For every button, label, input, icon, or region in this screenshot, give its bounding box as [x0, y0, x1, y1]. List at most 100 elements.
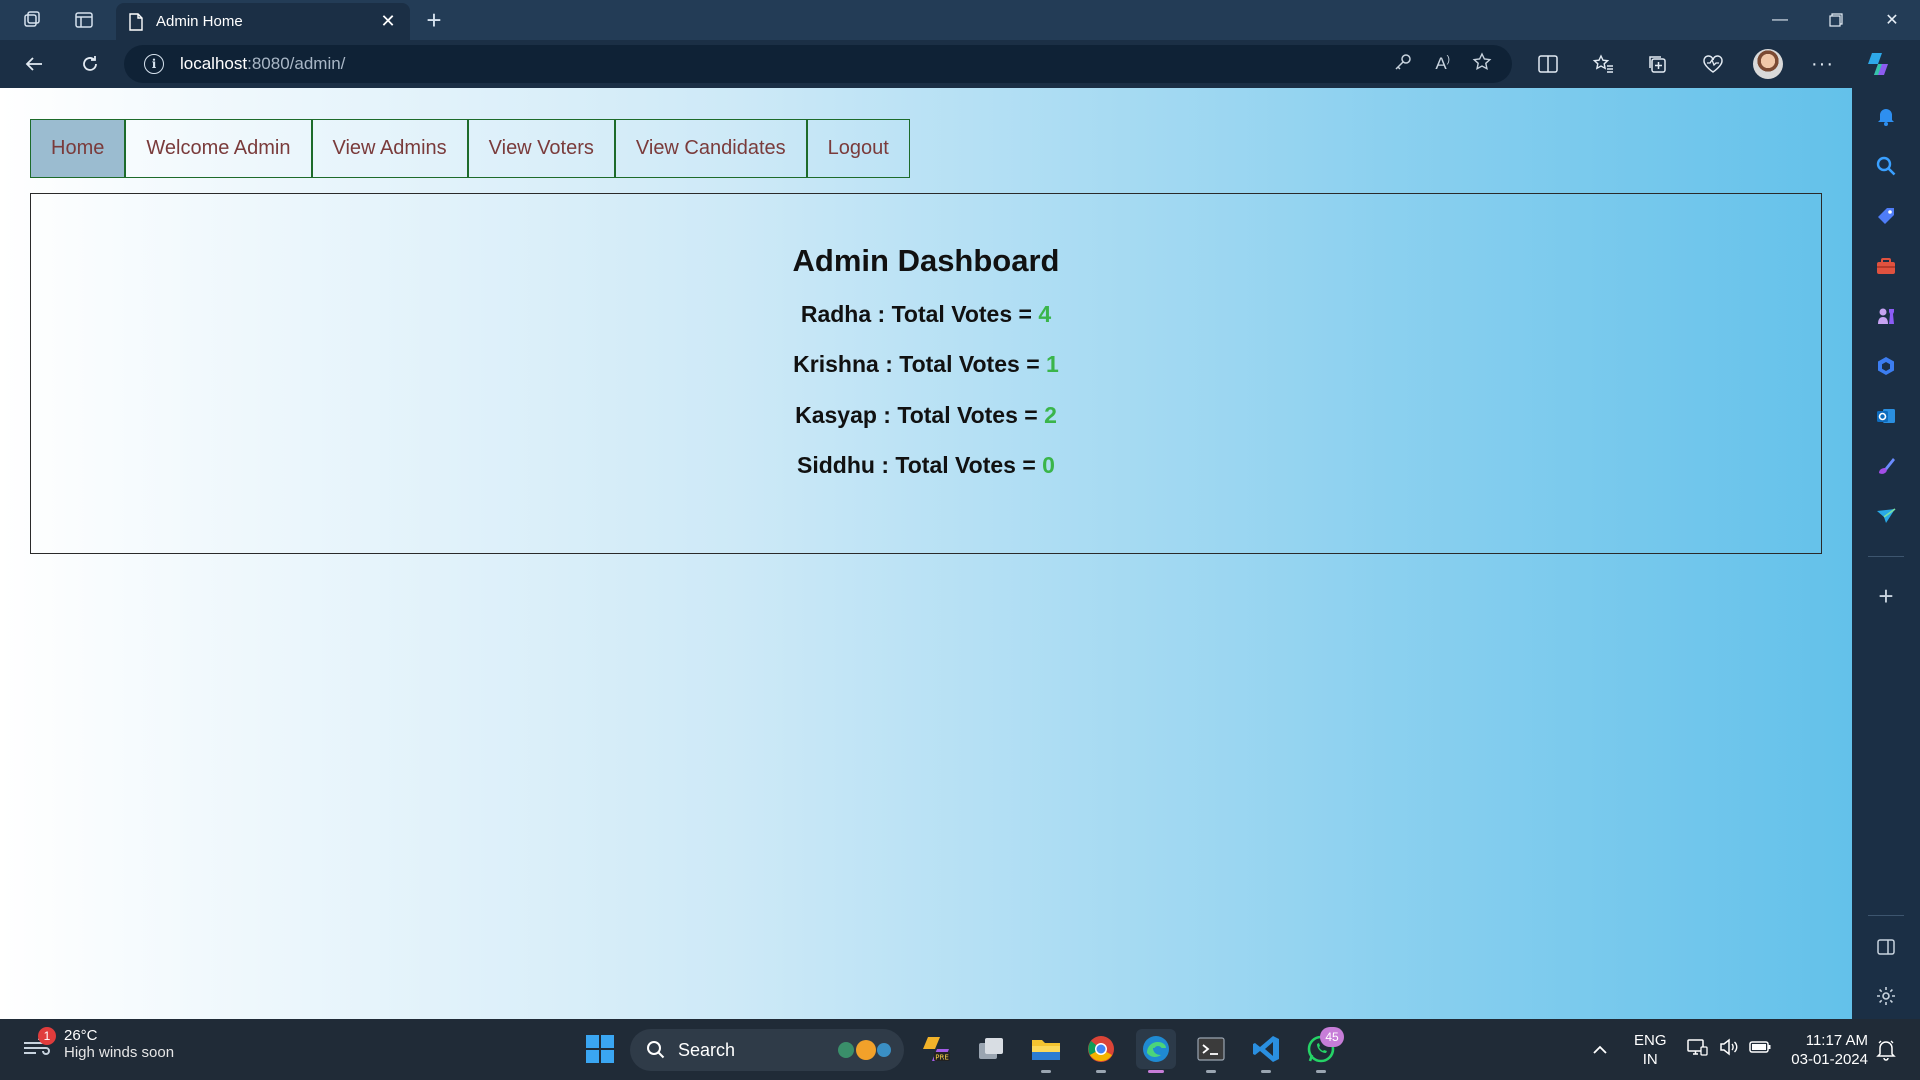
more-options-icon[interactable]: ···	[1795, 46, 1850, 82]
nav-home[interactable]: Home	[31, 120, 127, 177]
url-host: localhost	[180, 54, 248, 73]
sidebar-divider	[1868, 915, 1904, 916]
favorites-icon[interactable]	[1575, 46, 1630, 82]
tab-actions-icon[interactable]	[62, 0, 106, 40]
search-label: Search	[678, 1039, 736, 1060]
browser-essentials-icon[interactable]	[1685, 46, 1740, 82]
outlook-icon[interactable]	[1870, 400, 1902, 432]
terminal-icon[interactable]	[1191, 1029, 1231, 1073]
read-aloud-icon[interactable]: A)	[1435, 54, 1450, 74]
search-icon	[647, 1041, 665, 1059]
candidate-name: Siddhu	[797, 452, 875, 478]
edge-icon[interactable]	[1136, 1029, 1176, 1073]
settings-gear-icon[interactable]	[1870, 980, 1902, 1012]
copilot-icon[interactable]	[1850, 46, 1905, 82]
page-viewport: Home Welcome Admin View Admins View Vote…	[0, 88, 1852, 1019]
games-chess-icon[interactable]	[1870, 300, 1902, 332]
site-info-icon[interactable]: i	[144, 54, 164, 74]
microsoft-365-icon[interactable]	[1870, 350, 1902, 382]
designer-icon[interactable]	[1870, 450, 1902, 482]
copilot-pre-app-icon[interactable]: PRE	[916, 1029, 956, 1069]
windows-taskbar: 26°C High winds soon 1 Search PRE 45 ENG…	[0, 1019, 1920, 1080]
add-sidebar-app-icon[interactable]: +	[1870, 580, 1902, 612]
close-window-icon[interactable]: ✕	[1864, 0, 1920, 40]
search-highlight-icon	[834, 1037, 894, 1068]
page-icon	[129, 12, 143, 31]
region-code: IN	[1642, 1051, 1658, 1068]
key-icon[interactable]	[1393, 52, 1413, 77]
tools-briefcase-icon[interactable]	[1870, 250, 1902, 282]
collections-icon[interactable]	[1630, 46, 1685, 82]
vote-count: 2	[1044, 402, 1057, 428]
clock-date: 03-01-2024	[1791, 1051, 1868, 1068]
system-tray[interactable]	[1686, 1019, 1772, 1080]
bell-icon[interactable]	[1870, 100, 1902, 132]
vote-result-row: Krishna : Total Votes = 1	[31, 351, 1821, 378]
volume-icon	[1718, 1037, 1738, 1062]
dashboard-title: Admin Dashboard	[792, 243, 1060, 278]
send-paper-plane-icon[interactable]	[1870, 500, 1902, 532]
task-view-icon[interactable]	[971, 1029, 1011, 1069]
back-icon[interactable]	[16, 46, 52, 82]
minimize-icon[interactable]: —	[1752, 0, 1808, 40]
nav-welcome-admin[interactable]: Welcome Admin	[126, 120, 313, 177]
nav-logout[interactable]: Logout	[808, 120, 909, 177]
nav-view-admins[interactable]: View Admins	[313, 120, 469, 177]
vote-label: : Total Votes =	[876, 402, 1045, 428]
battery-icon	[1748, 1037, 1772, 1062]
chrome-icon[interactable]	[1081, 1029, 1121, 1073]
weather-description: High winds soon	[64, 1044, 175, 1061]
network-icon	[1686, 1037, 1708, 1062]
dashboard-panel: Admin Dashboard Radha : Total Votes = 4 …	[30, 193, 1822, 554]
vscode-icon[interactable]	[1246, 1029, 1286, 1073]
whatsapp-unread-badge: 45	[1320, 1027, 1344, 1047]
restore-icon[interactable]	[1808, 0, 1864, 40]
candidate-name: Krishna	[793, 351, 879, 377]
vote-result-row: Radha : Total Votes = 4	[31, 301, 1821, 328]
vote-label: : Total Votes =	[871, 301, 1039, 327]
input-language[interactable]: ENG IN	[1634, 1031, 1667, 1069]
vote-count: 4	[1038, 301, 1052, 327]
nav-view-candidates[interactable]: View Candidates	[616, 120, 808, 177]
split-screen-icon[interactable]	[1520, 46, 1575, 82]
weather-alert-badge: 1	[38, 1027, 56, 1045]
taskbar-search[interactable]: Search	[630, 1029, 904, 1071]
vote-result-row: Siddhu : Total Votes = 0	[31, 452, 1821, 479]
tab-title: Admin Home	[156, 13, 243, 30]
hide-sidebar-icon[interactable]	[1870, 931, 1902, 963]
system-clock[interactable]: 11:17 AM 03-01-2024	[1784, 1031, 1868, 1069]
candidate-name: Kasyap	[795, 402, 877, 428]
clock-time: 11:17 AM	[1805, 1032, 1868, 1049]
svg-text:PRE: PRE	[935, 1054, 949, 1062]
windows-start-icon[interactable]	[580, 1029, 620, 1069]
search-icon[interactable]	[1870, 150, 1902, 182]
candidate-name: Radha	[800, 301, 872, 327]
browser-toolbar: ···	[1520, 46, 1905, 82]
refresh-icon[interactable]	[72, 46, 108, 82]
show-hidden-icons[interactable]	[1590, 1019, 1610, 1080]
workspaces-icon[interactable]	[10, 0, 54, 40]
address-bar-actions: A)	[1393, 45, 1492, 83]
favorite-star-icon[interactable]	[1472, 51, 1492, 77]
nav-view-voters[interactable]: View Voters	[469, 120, 616, 177]
tab-admin-home[interactable]: Admin Home ✕	[116, 3, 410, 40]
window-controls: — ✕	[1752, 0, 1920, 40]
profile-avatar[interactable]	[1740, 46, 1795, 82]
url-path: :8080/admin/	[247, 54, 346, 73]
weather-temperature: 26°C	[64, 1027, 98, 1044]
vote-label: : Total Votes =	[878, 351, 1047, 377]
new-tab-button[interactable]: +	[418, 4, 450, 36]
notifications-icon[interactable]	[1876, 1019, 1896, 1080]
vote-result-row: Kasyap : Total Votes = 2	[31, 402, 1821, 429]
browser-tab-bar: Admin Home ✕ + — ✕	[0, 0, 1920, 40]
language-code: ENG	[1634, 1032, 1667, 1049]
address-toolbar: i localhost:8080/admin/ A) ···	[0, 40, 1920, 88]
close-tab-icon[interactable]: ✕	[378, 11, 398, 32]
file-explorer-icon[interactable]	[1026, 1029, 1066, 1073]
admin-nav-menu: Home Welcome Admin View Admins View Vote…	[30, 119, 910, 178]
edge-sidebar: +	[1852, 88, 1920, 1019]
address-bar[interactable]: i localhost:8080/admin/ A)	[124, 45, 1512, 83]
vote-count: 0	[1042, 452, 1055, 478]
sidebar-divider	[1868, 556, 1904, 557]
shopping-tag-icon[interactable]	[1870, 200, 1902, 232]
